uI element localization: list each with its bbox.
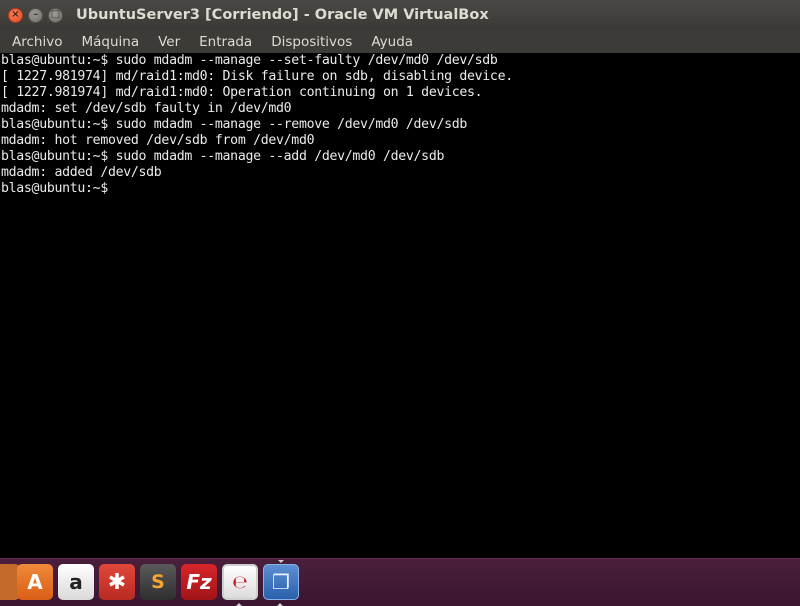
terminal-line: blas@ubuntu:~$ sudo mdadm --manage --set… xyxy=(1,53,498,68)
maximize-window-button[interactable]: □ xyxy=(48,7,63,23)
filezilla-icon[interactable]: Fz xyxy=(181,564,217,600)
document-viewer-icon[interactable]: ℮ xyxy=(222,564,258,600)
menu-dispositivos[interactable]: Dispositivos xyxy=(261,34,361,50)
window-title: UbuntuServer3 [Corriendo] - Oracle VM Vi… xyxy=(76,7,489,23)
virtualbox-icon[interactable]: ❒ xyxy=(263,564,299,600)
vm-console[interactable]: blas@ubuntu:~$ sudo mdadm --manage --set… xyxy=(0,53,800,558)
software-center-icon[interactable]: A xyxy=(17,564,53,600)
terminal-line: mdadm: set /dev/sdb faulty in /dev/md0 xyxy=(1,101,292,116)
window-titlebar[interactable]: × – □ UbuntuServer3 [Corriendo] - Oracle… xyxy=(0,0,800,30)
terminal-line: mdadm: added /dev/sdb xyxy=(1,165,162,180)
menu-maquina[interactable]: Máquina xyxy=(71,34,148,50)
minimize-window-button[interactable]: – xyxy=(28,7,43,23)
active-window-indicator xyxy=(278,560,284,563)
launcher-dock: A a ✱ S Fz ℮ ❒ xyxy=(0,558,800,606)
menu-ver[interactable]: Ver xyxy=(148,34,189,50)
amazon-icon[interactable]: a xyxy=(58,564,94,600)
menu-entrada[interactable]: Entrada xyxy=(189,34,261,50)
menu-ayuda[interactable]: Ayuda xyxy=(361,34,422,50)
menu-archivo[interactable]: Archivo xyxy=(0,34,71,50)
terminal-line: blas@ubuntu:~$ sudo mdadm --manage --rem… xyxy=(1,117,468,132)
system-settings-icon[interactable]: ✱ xyxy=(99,564,135,600)
terminal-prompt-line: blas@ubuntu:~$ xyxy=(1,181,108,196)
sublime-text-icon[interactable]: S xyxy=(140,564,176,600)
terminal-line: blas@ubuntu:~$ sudo mdadm --manage --add… xyxy=(1,149,445,164)
terminal-line: [ 1227.981974] md/raid1:md0: Disk failur… xyxy=(1,69,513,84)
menu-bar: Archivo Máquina Ver Entrada Dispositivos… xyxy=(0,30,800,53)
close-window-button[interactable]: × xyxy=(8,7,23,23)
terminal-line: mdadm: hot removed /dev/sdb from /dev/md… xyxy=(1,133,315,148)
window-controls: × – □ xyxy=(8,7,63,23)
terminal-line: [ 1227.981974] md/raid1:md0: Operation c… xyxy=(1,85,483,100)
